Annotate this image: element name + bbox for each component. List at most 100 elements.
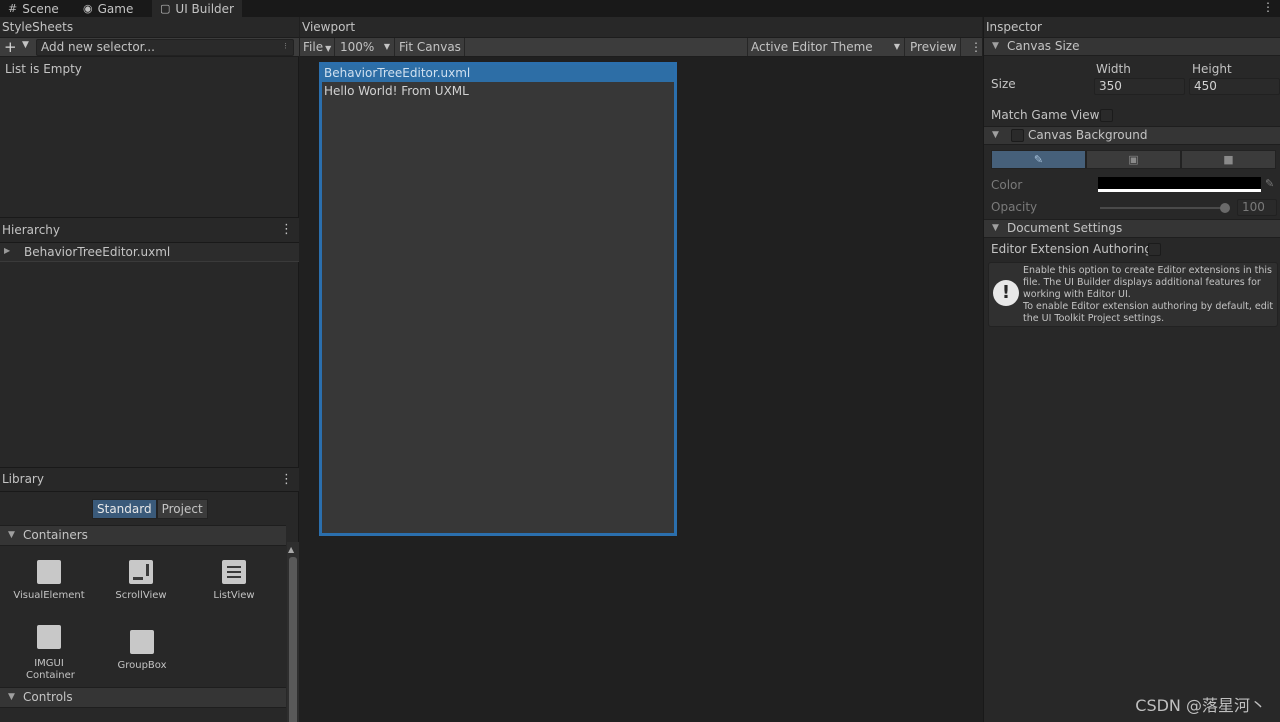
- expand-icon[interactable]: ▶: [4, 246, 10, 255]
- library-item-listview[interactable]: ListView: [189, 560, 279, 601]
- library-menu-icon[interactable]: ⋮: [280, 468, 293, 491]
- editor-extension-checkbox[interactable]: [1148, 243, 1161, 256]
- scroll-up-icon[interactable]: ▲: [288, 545, 294, 554]
- theme-label: Active Editor Theme: [751, 40, 873, 54]
- theme-dropdown[interactable]: Active Editor Theme ▼: [747, 38, 905, 56]
- collapse-icon: ▼: [992, 130, 999, 140]
- fit-canvas-label: Fit Canvas: [399, 40, 461, 54]
- chevron-down-icon[interactable]: ▼: [22, 40, 29, 50]
- stylesheets-empty-text: List is Empty: [5, 62, 82, 76]
- canvas-background-section[interactable]: ▼ Canvas Background: [984, 126, 1280, 145]
- file-menu-label: File: [303, 40, 324, 54]
- tab-ui-builder-label: UI Builder: [175, 1, 234, 16]
- caret-down-icon: ▼: [893, 42, 900, 51]
- library-tab-project[interactable]: Project: [156, 499, 208, 519]
- color-label: Color: [991, 178, 1023, 192]
- image-icon[interactable]: ▣: [1086, 150, 1181, 169]
- document-settings-section[interactable]: ▼ Document Settings: [984, 219, 1280, 238]
- preview-button[interactable]: Preview: [907, 38, 961, 56]
- library-tab-standard[interactable]: Standard: [92, 499, 157, 519]
- stylesheets-toolbar: + ▼ Add new selector... ⁝: [0, 37, 299, 57]
- containers-section[interactable]: ▼ Containers: [0, 525, 286, 546]
- library-tabs: Standard Project: [92, 499, 208, 519]
- containers-label: Containers: [23, 528, 88, 542]
- height-label: Height: [1192, 62, 1232, 76]
- collapse-icon: ▼: [992, 41, 999, 51]
- library-item-label: ScrollView: [115, 590, 167, 601]
- collapse-icon: ▼: [992, 223, 999, 233]
- hierarchy-row[interactable]: ▶ BehaviorTreeEditor.uxml: [0, 243, 299, 262]
- library-item-label: ListView: [213, 590, 255, 601]
- canvas-background-checkbox[interactable]: [1011, 129, 1024, 142]
- tab-menu-icon[interactable]: ⋮: [1262, 0, 1274, 14]
- inspector-header: Inspector: [984, 17, 1280, 37]
- tab-game[interactable]: ◉ Game: [75, 0, 141, 17]
- tab-game-label: Game: [97, 1, 134, 16]
- opacity-label: Opacity: [991, 200, 1038, 214]
- editor-tab-bar: # Scene ◉ Game ▢ UI Builder ⋮: [0, 0, 1280, 17]
- canvas-label[interactable]: Hello World! From UXML: [324, 84, 469, 98]
- library-title: Library: [2, 472, 44, 486]
- canvas-size-section[interactable]: ▼ Canvas Size: [984, 37, 1280, 56]
- grid-icon: #: [8, 2, 18, 15]
- viewport-panel: Viewport File ▼ 100% ▼ Fit Canvas Active E…: [300, 17, 982, 722]
- fit-canvas-button[interactable]: Fit Canvas: [396, 38, 465, 56]
- opacity-slider[interactable]: [1100, 207, 1226, 209]
- library-item-scrollview[interactable]: ScrollView: [96, 560, 186, 601]
- opacity-field[interactable]: 100: [1237, 199, 1277, 216]
- viewport-header: Viewport: [300, 17, 982, 37]
- tab-scene-label: Scene: [22, 1, 59, 16]
- opacity-slider-handle[interactable]: [1220, 203, 1230, 213]
- library-item-visualelement[interactable]: VisualElement: [4, 560, 94, 601]
- canvas[interactable]: BehaviorTreeEditor.uxml Hello World! Fro…: [319, 62, 677, 536]
- editor-extension-label: Editor Extension Authoring: [991, 242, 1153, 256]
- zoom-dropdown[interactable]: 100% ▼: [337, 38, 395, 56]
- groupbox-icon: [130, 630, 154, 654]
- collapse-icon: ▼: [8, 692, 15, 702]
- library-header: Library ⋮: [0, 467, 299, 492]
- left-column: StyleSheets + ▼ Add new selector... ⁝ Li…: [0, 17, 299, 722]
- watermark: CSDN @落星河丶: [1135, 696, 1266, 715]
- camera-icon[interactable]: ■: [1181, 150, 1276, 169]
- zoom-label: 100%: [340, 40, 375, 54]
- width-label: Width: [1096, 62, 1131, 76]
- hierarchy-menu-icon[interactable]: ⋮: [280, 218, 293, 242]
- color-picker-icon[interactable]: ✎: [1265, 177, 1274, 190]
- viewport-toolbar: File ▼ 100% ▼ Fit Canvas Active Editor The…: [300, 37, 982, 57]
- canvas-title[interactable]: BehaviorTreeEditor.uxml: [322, 65, 674, 82]
- file-menu[interactable]: File ▼: [300, 38, 336, 56]
- help-text: Enable this option to create Editor exte…: [1023, 265, 1274, 324]
- color-swatch[interactable]: [1098, 177, 1261, 192]
- controls-section[interactable]: ▼ Controls: [0, 687, 286, 708]
- caret-down-icon: ▼: [325, 44, 332, 53]
- library-item-label: GroupBox: [117, 660, 167, 671]
- selector-placeholder: Add new selector...: [41, 40, 155, 54]
- selector-input[interactable]: Add new selector... ⁝: [36, 39, 294, 56]
- listview-icon: [222, 560, 246, 584]
- gamepad-icon: ◉: [83, 2, 93, 15]
- add-icon[interactable]: +: [4, 39, 17, 55]
- library-item-groupbox[interactable]: GroupBox: [97, 630, 187, 671]
- stylesheets-header: StyleSheets: [0, 17, 299, 37]
- height-field[interactable]: 450: [1189, 78, 1280, 95]
- more-icon[interactable]: ⁝: [284, 40, 287, 55]
- hierarchy-header: Hierarchy ⋮: [0, 217, 299, 243]
- match-game-view-checkbox[interactable]: [1100, 109, 1113, 122]
- library-item-label: VisualElement: [13, 590, 85, 601]
- imgui-container-icon: [37, 625, 61, 649]
- preview-label: Preview: [910, 40, 957, 54]
- tab-ui-builder[interactable]: ▢ UI Builder: [152, 0, 242, 17]
- width-field[interactable]: 350: [1094, 78, 1185, 95]
- stylesheets-title: StyleSheets: [2, 20, 74, 34]
- hierarchy-title: Hierarchy: [2, 223, 61, 237]
- visualelement-icon: [37, 560, 61, 584]
- inspector-panel: Inspector ▼ Canvas Size Size Width Heigh…: [983, 17, 1280, 722]
- library-scroll-thumb[interactable]: [289, 557, 297, 722]
- library-item-imgui-container[interactable]: IMGUI Container: [4, 625, 94, 682]
- canvas-background-label: Canvas Background: [1028, 128, 1148, 142]
- tab-scene[interactable]: # Scene: [0, 0, 67, 17]
- scrollview-icon: [129, 560, 153, 584]
- match-game-view-label: Match Game View: [991, 108, 1100, 122]
- background-mode-tabs: ✎ ▣ ■: [991, 150, 1276, 169]
- eyedropper-icon[interactable]: ✎: [991, 150, 1086, 169]
